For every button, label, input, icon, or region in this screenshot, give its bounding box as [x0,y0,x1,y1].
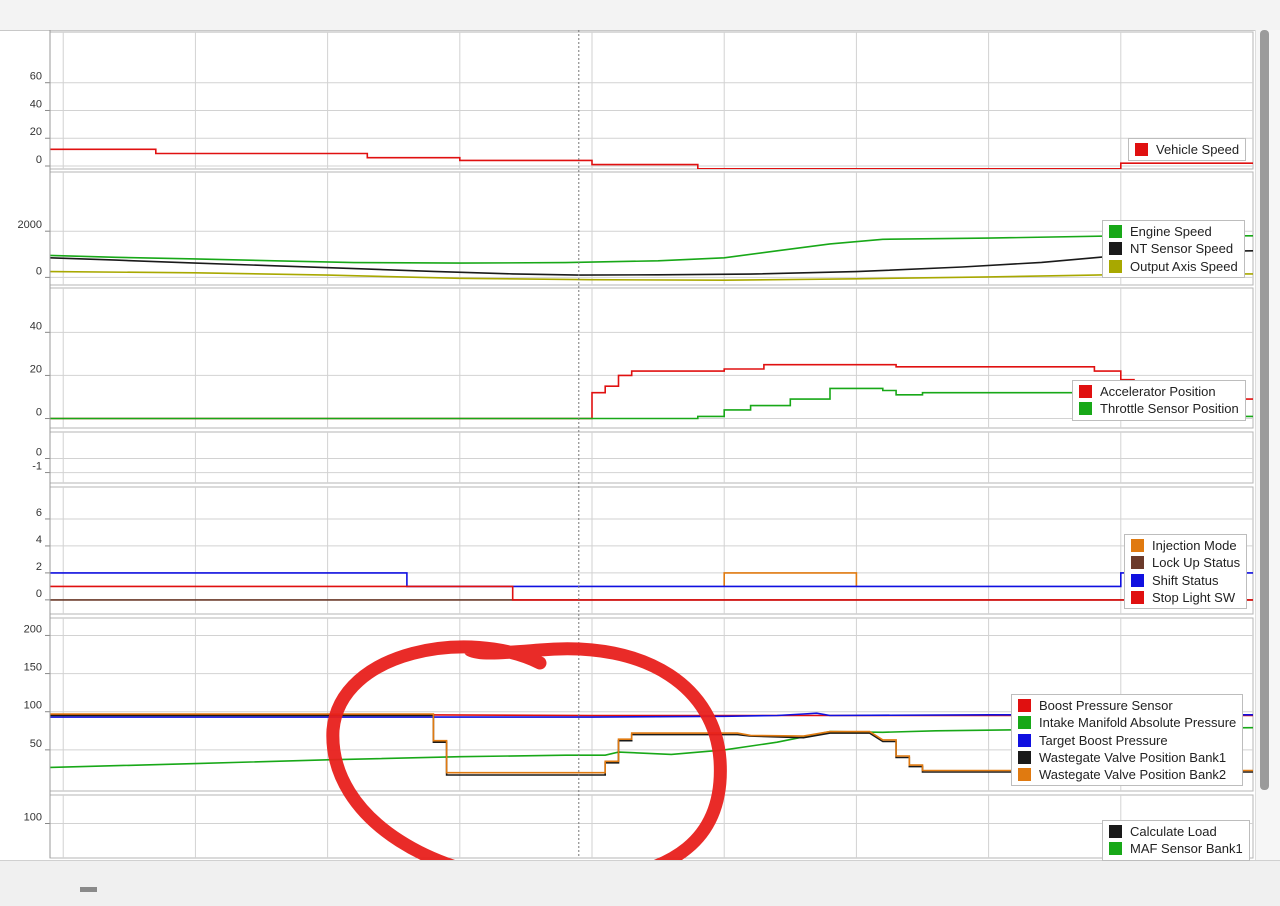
legend-swatch [1079,385,1092,399]
legend-accel: Accelerator Position Throttle Sensor Pos… [1072,380,1246,421]
legend-swatch [1018,716,1031,730]
legend-swatch [1109,242,1122,256]
panel-frame [49,486,1254,615]
y-axis-label: 20 [30,363,42,375]
panel-frame [49,31,1254,170]
y-axis-label: 2000 [18,219,42,231]
legend-swatch [1109,825,1122,839]
legend-item: Output Axis Speed [1109,258,1238,275]
legend-load: Calculate Load MAF Sensor Bank1 [1102,820,1250,861]
y-axis-label: 100 [24,700,42,712]
legend-swatch [1018,699,1031,713]
legend-swatch [1131,539,1144,553]
legend-swatch [1131,556,1144,570]
y-axis-label: 20 [30,126,42,138]
y-axis-label: 0 [36,407,42,419]
legend-label: Output Axis Speed [1130,258,1238,274]
legend-label: Accelerator Position [1100,384,1216,400]
legend-label: Shift Status [1152,572,1219,588]
y-axis-label: 60 [30,71,42,83]
legend-item: Shift Status [1131,572,1240,589]
horizontal-scrollbar[interactable] [0,860,1280,906]
legend-item: Calculate Load [1109,823,1243,840]
legend-item: Wastegate Valve Position Bank2 [1018,766,1236,783]
panel-frame [49,794,1254,859]
legend-item: Throttle Sensor Position [1079,400,1239,417]
legend-label: Lock Up Status [1152,555,1241,571]
legend-swatch [1131,591,1144,605]
legend-swatch [1018,768,1031,782]
legend-swatch [1018,733,1031,747]
legend-label: Stop Light SW [1152,590,1236,606]
y-axis-label: 0 [36,447,42,459]
y-axis-label: -1 [32,461,42,473]
legend-item: Engine Speed [1109,223,1238,240]
y-axis-label: 40 [30,320,42,332]
y-axis-label: 150 [24,662,42,674]
legend-swatch [1018,751,1031,765]
panel-frame [49,171,1254,286]
panel-frame [49,431,1254,484]
legend-label: NT Sensor Speed [1130,241,1234,257]
y-axis-label: 0 [36,154,42,166]
legend-item: NT Sensor Speed [1109,240,1238,257]
legend-item: Vehicle Speed [1135,141,1239,158]
legend-label: Throttle Sensor Position [1100,401,1239,417]
legend-label: Engine Speed [1130,224,1212,240]
legend-item: Target Boost Pressure [1018,732,1236,749]
legend-item: Intake Manifold Absolute Pressure [1018,714,1236,731]
legend-swatch [1109,259,1122,273]
legend-swatch [1109,225,1122,239]
legend-item: Boost Pressure Sensor [1018,697,1236,714]
legend-label: Calculate Load [1130,824,1217,840]
legend-boost: Boost Pressure Sensor Intake Manifold Ab… [1011,694,1244,787]
legend-status: Injection Mode Lock Up Status Shift Stat… [1124,534,1248,610]
legend-label: Intake Manifold Absolute Pressure [1039,715,1237,731]
vertical-scrollbar-thumb[interactable] [1260,30,1269,790]
legend-label: Wastegate Valve Position Bank2 [1039,767,1227,783]
legend-swatch [1131,573,1144,587]
time-axis-bar [0,0,1280,31]
y-axis-label: 6 [36,507,42,519]
legend-label: MAF Sensor Bank1 [1130,841,1243,857]
legend-label: Target Boost Pressure [1039,732,1168,748]
y-axis-label: 200 [24,623,42,635]
y-axis-label: 2 [36,561,42,573]
y-axis-label: 100 [24,812,42,824]
legend-label: Boost Pressure Sensor [1039,698,1173,714]
legend-item: MAF Sensor Bank1 [1109,840,1243,857]
legend-item: Stop Light SW [1131,589,1240,606]
legend-speed: Vehicle Speed [1128,138,1247,162]
legend-swatch [1109,842,1122,856]
legend-item: Injection Mode [1131,537,1240,554]
legend-swatch [1135,143,1148,157]
legend-item: Wastegate Valve Position Bank1 [1018,749,1236,766]
legend-swatch [1079,402,1092,416]
y-axis-label: 40 [30,98,42,110]
y-axis-label: 4 [36,534,42,546]
y-axis-label: 0 [36,265,42,277]
y-axis-label: 0 [36,588,42,600]
y-axis-label: 50 [30,738,42,750]
legend-label: Injection Mode [1152,538,1237,554]
horizontal-scrollbar-thumb[interactable] [80,887,97,892]
legend-label: Vehicle Speed [1156,142,1240,158]
legend-label: Wastegate Valve Position Bank1 [1039,750,1227,766]
legend-engine: Engine Speed NT Sensor Speed Output Axis… [1102,220,1245,278]
legend-item: Accelerator Position [1079,383,1239,400]
legend-item: Lock Up Status [1131,554,1240,571]
